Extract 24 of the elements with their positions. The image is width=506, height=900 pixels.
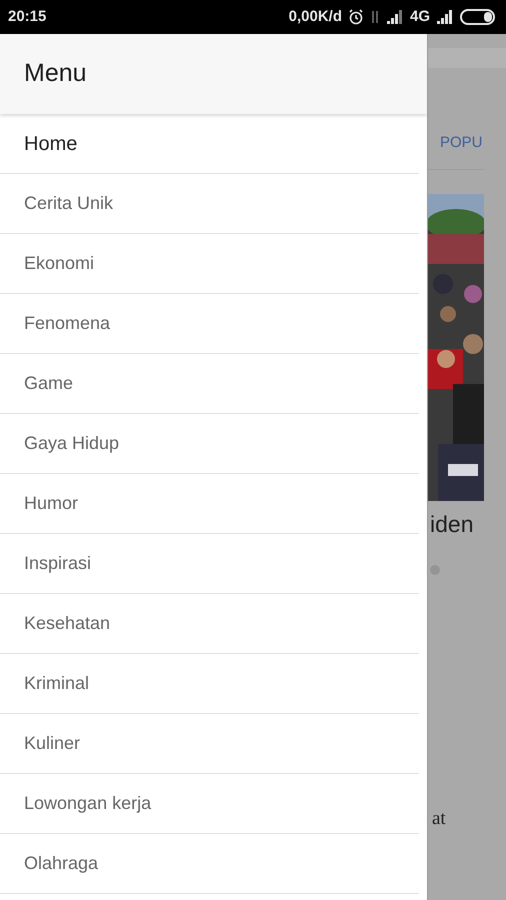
menu-item[interactable]: Gaya Hidup [0,414,419,474]
menu-item[interactable]: Lowongan kerja [0,774,419,834]
status-time: 20:15 [8,6,46,27]
menu-item[interactable]: Kriminal [0,654,419,714]
menu-item[interactable]: Inspirasi [0,534,419,594]
data-arrows-icon [370,10,380,24]
menu-item[interactable]: Game [0,354,419,414]
menu-item[interactable]: Olahraga [0,834,419,894]
menu-item[interactable]: Home [0,114,419,174]
headline-text: iden [430,510,474,538]
menu-item[interactable]: Ekonomi [0,234,419,294]
menu-item[interactable]: Kuliner [0,714,419,774]
signal-icon [436,10,454,24]
menu-item[interactable]: Fenomena [0,294,419,354]
menu-item[interactable]: Humor [0,474,419,534]
snippet-text: at [432,807,446,831]
data-speed: 0,00K/d [288,6,342,27]
menu-item[interactable]: Kesehatan [0,594,419,654]
network-type: 4G [410,6,430,27]
signal-icon [386,10,404,24]
battery-icon [460,9,498,25]
drawer-title: Menu [24,58,87,90]
menu-item[interactable]: Cerita Unik [0,174,419,234]
alarm-icon [348,9,364,25]
